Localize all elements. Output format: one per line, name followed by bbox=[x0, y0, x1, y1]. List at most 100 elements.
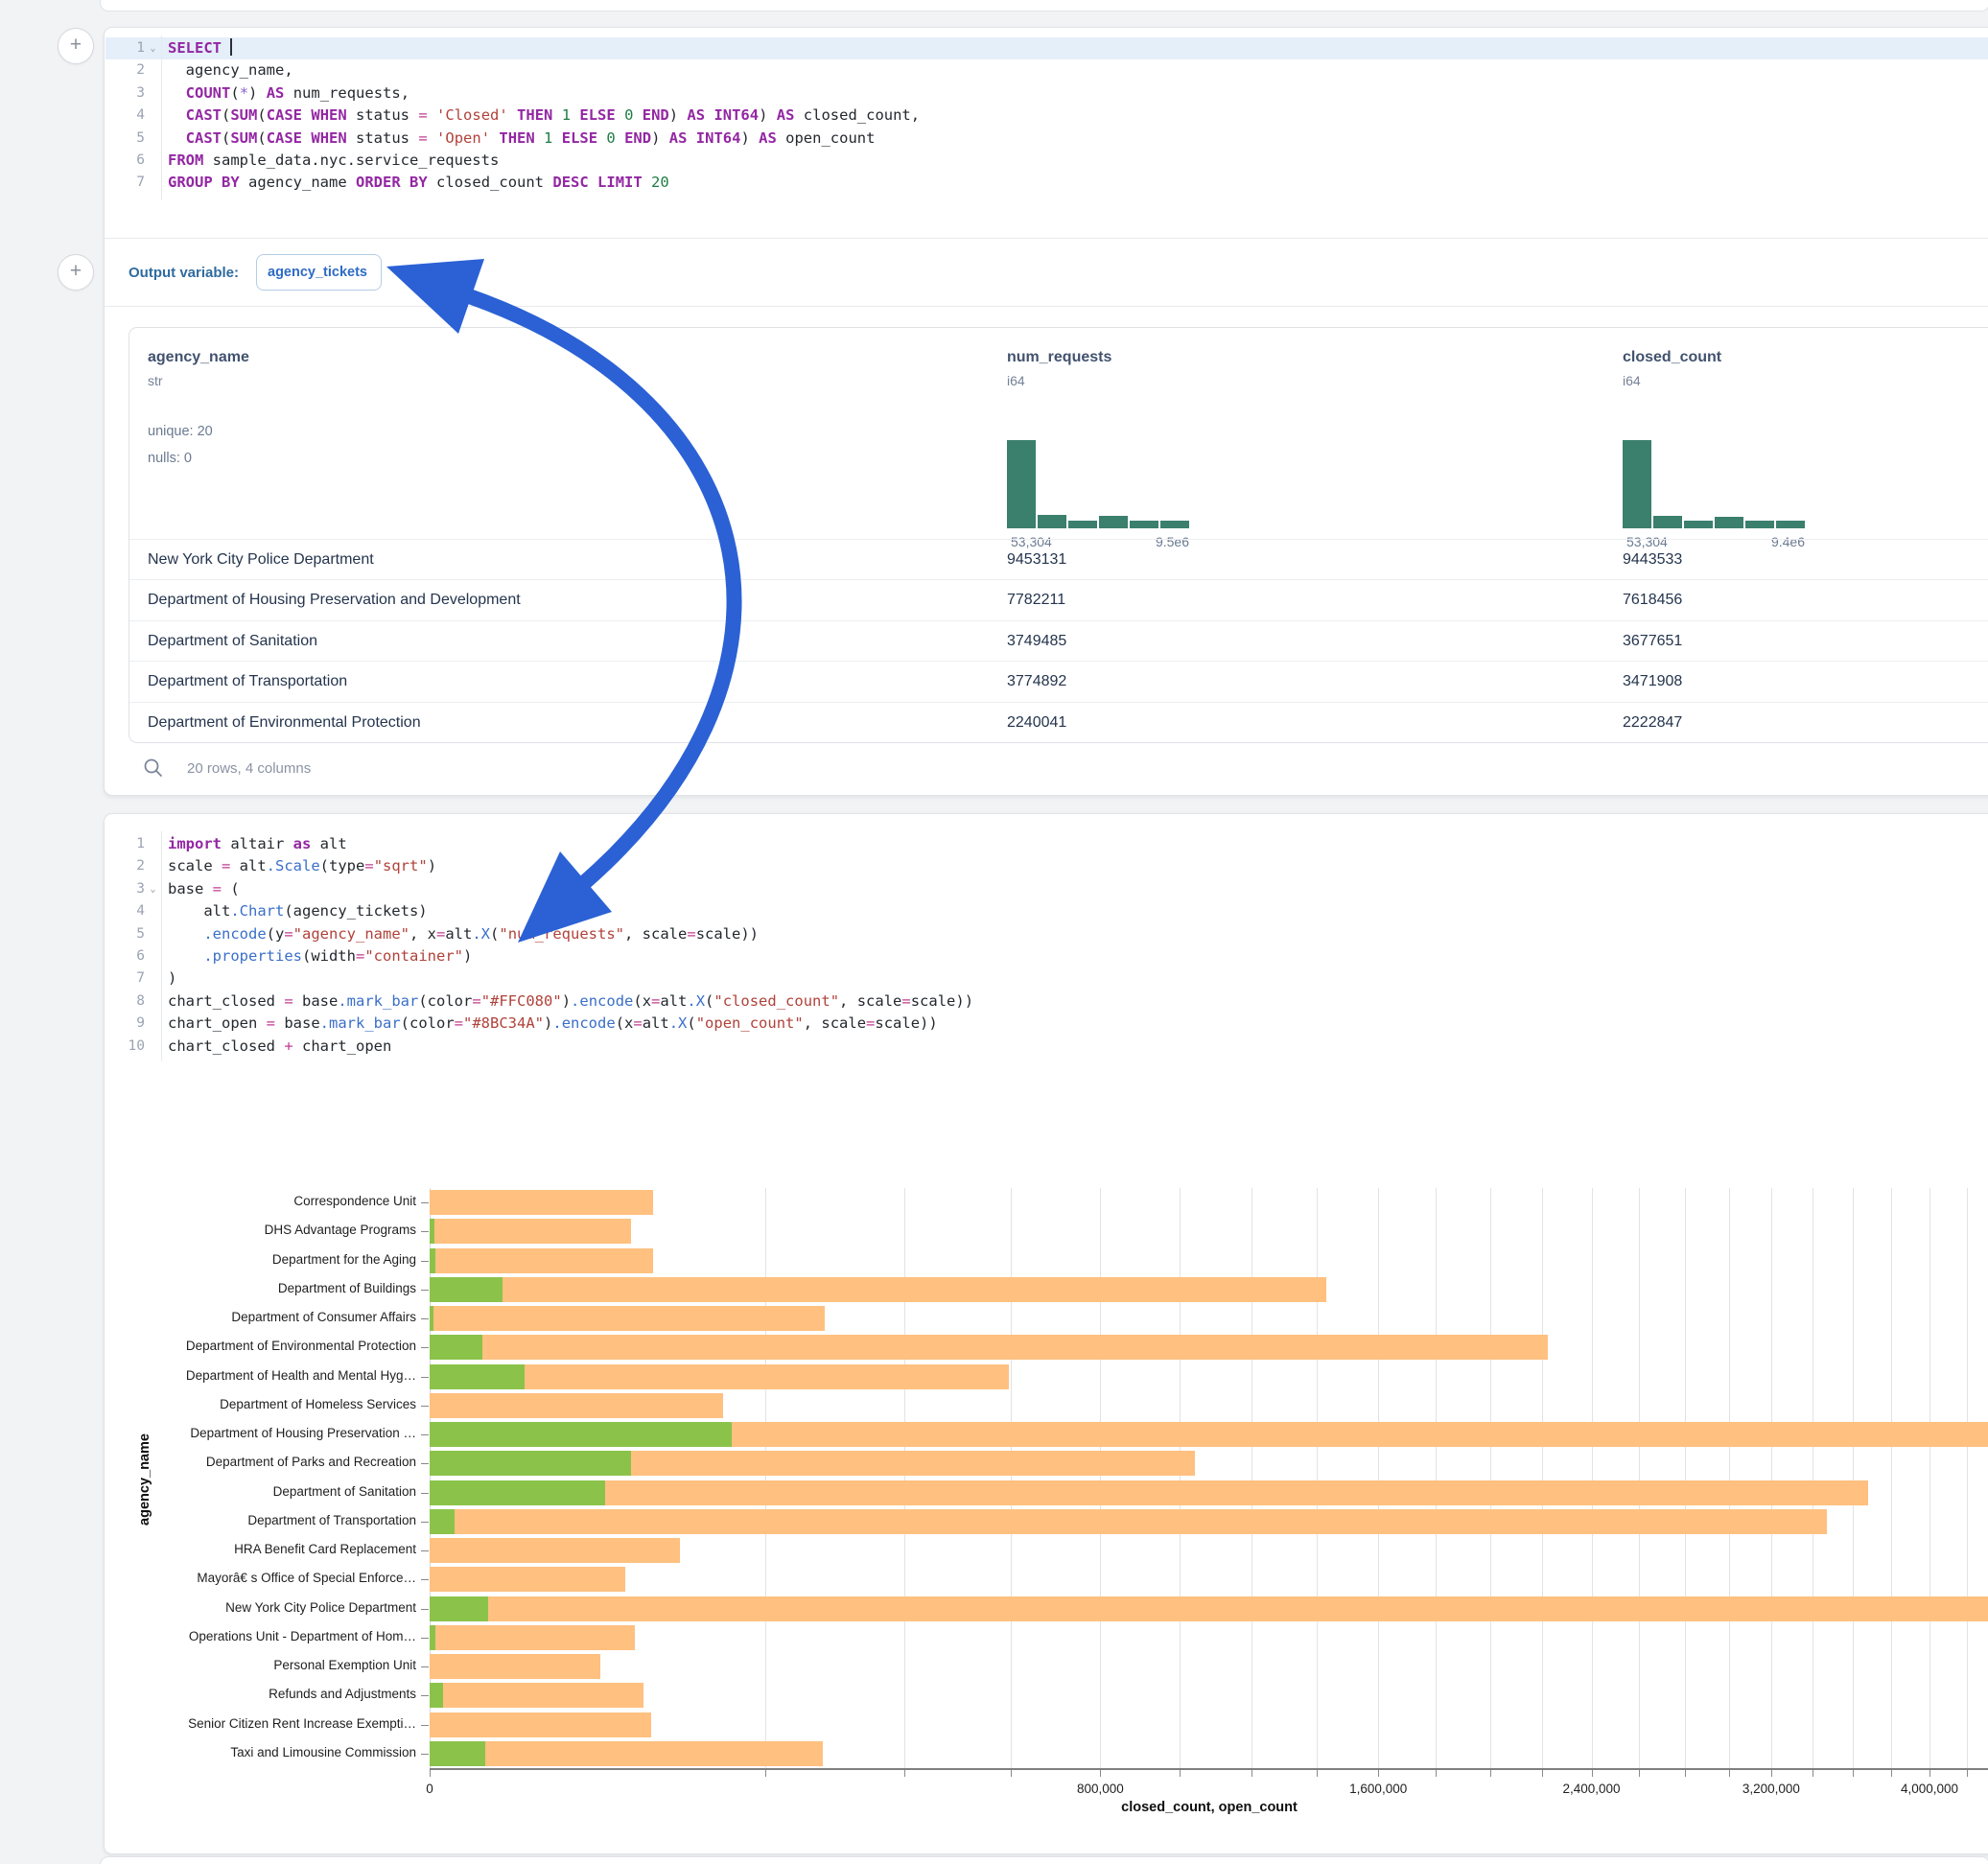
line-number: 6 bbox=[105, 150, 145, 172]
table-cell: 3774892 bbox=[1007, 662, 1066, 702]
column-header[interactable]: num_requests i6453,3049.5e6 bbox=[1007, 349, 1199, 388]
fold-spacer bbox=[145, 150, 161, 172]
x-axis-line bbox=[430, 1768, 1988, 1770]
y-axis-label: Department of Sanitation bbox=[105, 1484, 416, 1499]
gridline bbox=[1542, 1188, 1543, 1768]
open-count-bar bbox=[430, 1451, 631, 1476]
x-axis-tick-label: 2,400,000 bbox=[1534, 1782, 1649, 1796]
column-name: agency_name bbox=[148, 349, 339, 366]
x-axis-tick bbox=[1729, 1770, 1730, 1777]
x-axis-tick bbox=[1317, 1770, 1318, 1777]
y-axis-tick bbox=[421, 1493, 429, 1494]
code-text: SELECT bbox=[161, 37, 232, 59]
x-axis-tick bbox=[1967, 1770, 1968, 1777]
code-line[interactable]: 5 CAST(SUM(CASE WHEN status = 'Open' THE… bbox=[105, 128, 1988, 150]
y-axis-tick bbox=[421, 1406, 429, 1407]
closed-count-bar bbox=[430, 1480, 1868, 1505]
y-axis-label: Department of Environmental Protection bbox=[105, 1339, 416, 1353]
code-line[interactable]: 3 COUNT(*) AS num_requests, bbox=[105, 82, 1988, 105]
y-axis-label: Personal Exemption Unit bbox=[105, 1658, 416, 1672]
code-line[interactable]: 2 agency_name, bbox=[105, 59, 1988, 82]
sql-cell-card: 1⌄SELECT 2 agency_name,3 COUNT(*) AS num… bbox=[104, 27, 1988, 796]
column-histogram: 53,3049.5e6 bbox=[1007, 419, 1189, 549]
code-line[interactable]: 7GROUP BY agency_name ORDER BY closed_co… bbox=[105, 172, 1988, 194]
table-row: New York City Police Department945313194… bbox=[129, 539, 1988, 580]
y-axis-label: Department of Parks and Recreation bbox=[105, 1455, 416, 1469]
y-axis-tick bbox=[421, 1318, 429, 1319]
fold-spacer bbox=[145, 172, 161, 194]
add-cell-button-top[interactable]: + bbox=[58, 28, 94, 64]
table-row: Department of Environmental Protection22… bbox=[129, 702, 1988, 743]
y-axis-tick bbox=[421, 1666, 429, 1667]
x-axis-tick bbox=[1490, 1770, 1491, 1777]
gridline bbox=[1967, 1188, 1968, 1768]
y-axis-tick bbox=[421, 1377, 429, 1378]
x-axis-tick bbox=[765, 1770, 766, 1777]
y-axis-label: Senior Citizen Rent Increase Exempti… bbox=[105, 1716, 416, 1731]
gridline bbox=[765, 1188, 766, 1768]
closed-count-bar bbox=[430, 1596, 1988, 1621]
open-count-bar bbox=[430, 1625, 435, 1650]
table-row: Department of Sanitation37494853677651 bbox=[129, 620, 1988, 662]
gridline bbox=[1436, 1188, 1437, 1768]
open-count-bar bbox=[430, 1683, 443, 1708]
y-axis-label: Operations Unit - Department of Hom… bbox=[105, 1629, 416, 1643]
y-axis-tick bbox=[421, 1754, 429, 1755]
x-axis-tick bbox=[1011, 1770, 1012, 1777]
y-axis-tick bbox=[421, 1434, 429, 1435]
column-histogram: 53,3049.4e6 bbox=[1623, 419, 1805, 549]
y-axis-tick bbox=[421, 1522, 429, 1523]
y-axis-tick bbox=[421, 1261, 429, 1262]
code-text: CAST(SUM(CASE WHEN status = 'Open' THEN … bbox=[161, 128, 875, 150]
y-domain-line bbox=[430, 1188, 431, 1768]
code-line[interactable]: 4 CAST(SUM(CASE WHEN status = 'Closed' T… bbox=[105, 105, 1988, 127]
output-variable-pill[interactable]: agency_tickets bbox=[256, 254, 382, 291]
line-number: 5 bbox=[105, 128, 145, 150]
y-axis-tick bbox=[421, 1638, 429, 1639]
gridline bbox=[1639, 1188, 1640, 1768]
code-line[interactable]: 6 FROM sample_data.nyc.service_requests bbox=[105, 150, 1988, 172]
column-header[interactable]: agency_name strunique: 20nulls: 0 bbox=[148, 349, 339, 388]
add-cell-button-middle[interactable]: + bbox=[58, 254, 94, 291]
table-cell: Department of Environmental Protection bbox=[148, 703, 421, 743]
table-cell: 9453131 bbox=[1007, 540, 1066, 580]
x-axis-tick-label: 0 bbox=[372, 1782, 487, 1796]
closed-count-bar bbox=[430, 1625, 635, 1650]
table-cell: 3749485 bbox=[1007, 621, 1066, 662]
y-axis-label: Department of Consumer Affairs bbox=[105, 1310, 416, 1324]
y-axis-label: Department of Health and Mental Hyg… bbox=[105, 1368, 416, 1383]
text-caret bbox=[230, 38, 232, 56]
open-count-bar bbox=[430, 1741, 485, 1766]
cell-divider bbox=[105, 238, 1988, 239]
next-cell-top-edge bbox=[100, 1856, 1988, 1864]
table-cell: 3471908 bbox=[1623, 662, 1682, 702]
sql-editor[interactable]: 1⌄SELECT 2 agency_name,3 COUNT(*) AS num… bbox=[105, 37, 1988, 195]
code-line[interactable]: 1⌄SELECT bbox=[105, 37, 1988, 59]
y-axis-tick bbox=[421, 1725, 429, 1726]
code-text: CAST(SUM(CASE WHEN status = 'Closed' THE… bbox=[161, 105, 920, 127]
column-name: closed_count bbox=[1623, 349, 1814, 366]
search-icon[interactable] bbox=[143, 757, 164, 779]
gridline bbox=[1100, 1188, 1101, 1768]
y-axis-label: DHS Advantage Programs bbox=[105, 1223, 416, 1237]
closed-count-bar bbox=[430, 1567, 625, 1592]
x-axis-tick bbox=[1685, 1770, 1686, 1777]
y-axis-label: Department of Homeless Services bbox=[105, 1397, 416, 1411]
closed-count-bar bbox=[430, 1190, 653, 1215]
gridline bbox=[1685, 1188, 1686, 1768]
fold-spacer bbox=[145, 59, 161, 82]
gridline bbox=[1180, 1188, 1181, 1768]
dataframe-preview: agency_name strunique: 20nulls: 0 num_req… bbox=[129, 327, 1988, 743]
fold-chevron-icon[interactable]: ⌄ bbox=[145, 37, 161, 59]
code-text: FROM sample_data.nyc.service_requests bbox=[161, 150, 499, 172]
histogram-bar bbox=[1130, 521, 1158, 528]
y-axis-label: HRA Benefit Card Replacement bbox=[105, 1542, 416, 1556]
code-text: GROUP BY agency_name ORDER BY closed_cou… bbox=[161, 172, 669, 194]
open-count-bar bbox=[430, 1596, 488, 1621]
code-text: COUNT(*) AS num_requests, bbox=[161, 82, 409, 105]
y-axis-tick bbox=[421, 1550, 429, 1551]
line-number: 3 bbox=[105, 82, 145, 105]
open-count-bar bbox=[430, 1277, 503, 1302]
column-header[interactable]: closed_count i6453,3049.4e6 bbox=[1623, 349, 1814, 388]
y-axis-tick bbox=[421, 1463, 429, 1464]
